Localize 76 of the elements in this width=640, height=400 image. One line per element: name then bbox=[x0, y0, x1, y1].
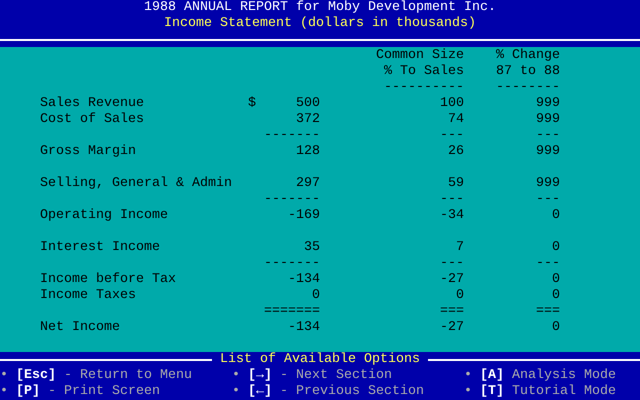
key-label: [T] bbox=[480, 384, 504, 400]
bullet-mark: • bbox=[464, 368, 473, 384]
common-size-value: 7 bbox=[455, 240, 464, 256]
rule-line: --- bbox=[439, 192, 464, 208]
common-size-value: -34 bbox=[439, 208, 464, 224]
common-size-value: 26 bbox=[447, 144, 464, 160]
bullet-mark: • bbox=[0, 384, 9, 400]
rule-line: --- bbox=[535, 128, 560, 144]
amount-value: 500 bbox=[295, 96, 320, 112]
column-heading: % To Sales bbox=[383, 64, 464, 80]
rule-line: === bbox=[439, 304, 464, 320]
change-value: 0 bbox=[551, 288, 560, 304]
option-description: Analysis Mode bbox=[511, 368, 616, 384]
rule-line: ------- bbox=[263, 128, 320, 144]
common-size-value: -27 bbox=[439, 272, 464, 288]
option-description: - Previous Section bbox=[279, 384, 424, 400]
change-value: 0 bbox=[551, 320, 560, 336]
change-value: 0 bbox=[551, 272, 560, 288]
key-label: [Esc] bbox=[16, 368, 56, 384]
amount-value: 372 bbox=[295, 112, 320, 128]
amount-value: 0 bbox=[311, 288, 320, 304]
amount-value: -134 bbox=[287, 320, 320, 336]
bullet-mark: • bbox=[0, 368, 9, 384]
change-value: 0 bbox=[551, 240, 560, 256]
key-label: [→] bbox=[248, 368, 272, 384]
column-heading: 87 to 88 bbox=[495, 64, 560, 80]
amount-value: 35 bbox=[303, 240, 320, 256]
row-label: Net Income bbox=[40, 320, 121, 336]
row-label: Income before Tax bbox=[40, 272, 177, 288]
rule-line: --- bbox=[439, 128, 464, 144]
option-description: - Print Screen bbox=[47, 384, 160, 400]
bullet-mark: • bbox=[464, 384, 473, 400]
change-value: 999 bbox=[535, 176, 560, 192]
column-heading: % Change bbox=[495, 48, 560, 64]
amount-value: -134 bbox=[287, 272, 320, 288]
rule-line: ======= bbox=[263, 304, 320, 320]
row-label: Operating Income bbox=[40, 208, 169, 224]
change-value: 999 bbox=[535, 96, 560, 112]
bullet-mark: • bbox=[232, 368, 241, 384]
row-label: Income Taxes bbox=[40, 288, 137, 304]
rule-line: === bbox=[535, 304, 560, 320]
currency-sign: $ bbox=[248, 96, 256, 112]
rule-line: ------- bbox=[263, 256, 320, 272]
common-size-value: -27 bbox=[439, 320, 464, 336]
common-size-value: 0 bbox=[455, 288, 464, 304]
row-label: Selling, General & Admin bbox=[40, 176, 233, 192]
report-title: 1988 ANNUAL REPORT for Moby Development Inc. bbox=[144, 0, 496, 16]
change-value: 0 bbox=[551, 208, 560, 224]
rule-line: ------- bbox=[263, 192, 320, 208]
rule-line: --- bbox=[535, 192, 560, 208]
common-size-value: 74 bbox=[447, 112, 464, 128]
option-description: - Next Section bbox=[279, 368, 392, 384]
options-title: List of Available Options bbox=[219, 352, 421, 368]
report-subtitle: Income Statement (dollars in thousands) bbox=[164, 16, 476, 32]
rule-line: --- bbox=[535, 256, 560, 272]
amount-value: 128 bbox=[295, 144, 320, 160]
rule-line: ---------- bbox=[383, 80, 464, 96]
common-size-value: 59 bbox=[447, 176, 464, 192]
bullet-mark: • bbox=[232, 384, 241, 400]
key-label: [←] bbox=[248, 384, 272, 400]
change-value: 999 bbox=[535, 112, 560, 128]
option-description: Tutorial Mode bbox=[511, 384, 616, 400]
change-value: 999 bbox=[535, 144, 560, 160]
column-heading: Common Size bbox=[375, 48, 464, 64]
common-size-value: 100 bbox=[439, 96, 464, 112]
row-label: Sales Revenue bbox=[40, 96, 145, 112]
option-description: - Return to Menu bbox=[63, 368, 192, 384]
rule-line: --- bbox=[439, 256, 464, 272]
key-label: [A] bbox=[480, 368, 504, 384]
rule-line: -------- bbox=[495, 80, 560, 96]
row-label: Cost of Sales bbox=[40, 112, 145, 128]
amount-value: 297 bbox=[295, 176, 320, 192]
amount-value: -169 bbox=[287, 208, 320, 224]
key-label: [P] bbox=[16, 384, 40, 400]
row-label: Gross Margin bbox=[40, 144, 137, 160]
row-label: Interest Income bbox=[40, 240, 161, 256]
